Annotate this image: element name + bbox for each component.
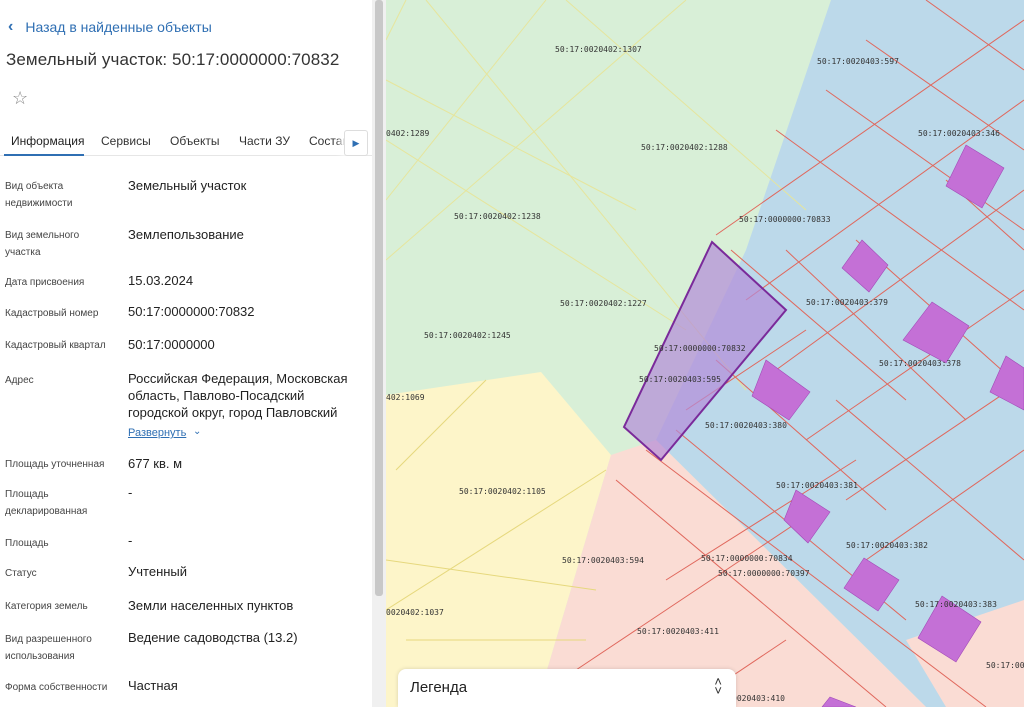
chevron-left-icon: ‹ bbox=[8, 18, 14, 35]
legend-panel[interactable]: Легенда ˄ ˅ bbox=[398, 669, 736, 707]
chevron-up-down-icon[interactable]: ˄ ˅ bbox=[714, 675, 722, 697]
parcel-label: 50:17:0020403:382 bbox=[846, 541, 928, 550]
row-label: Кадастровый квартал bbox=[5, 340, 106, 351]
parcel-label: 50:17:0020402:1227 bbox=[560, 299, 647, 308]
row-label: Статус bbox=[5, 568, 37, 579]
parcel-label: 50:17:0020402:1288 bbox=[641, 143, 728, 152]
row-value: 50:17:0000000:70832 bbox=[128, 304, 255, 319]
parcel-label: 50:17:0020403:346 bbox=[918, 129, 1000, 138]
parcel-label: 50:17:0020403:379 bbox=[806, 298, 888, 307]
parcel-label: 50:17:0020402:1105 bbox=[459, 487, 546, 496]
tabs-scroll-right-icon[interactable]: ▶ bbox=[344, 130, 368, 156]
tab-bar: Информация Сервисы Объекты Части ЗУ Сост… bbox=[0, 130, 372, 156]
row-label: Вид объекта недвижимости bbox=[5, 181, 73, 209]
row-label: Кадастровый номер bbox=[5, 308, 99, 319]
tab-parts[interactable]: Части ЗУ bbox=[239, 134, 290, 148]
parcel-label: 50:17:0020403:381 bbox=[776, 481, 858, 490]
row-value: 15.03.2024 bbox=[128, 273, 194, 288]
star-icon[interactable]: ☆ bbox=[12, 88, 28, 109]
parcel-label: 50:17:0000000:70832 bbox=[654, 344, 746, 353]
row-label: Адрес bbox=[5, 375, 34, 386]
parcel-label: 402:1069 bbox=[386, 393, 425, 402]
row-value: Ведение садоводства (13.2) bbox=[128, 630, 298, 645]
row-value: Учтенный bbox=[128, 564, 188, 579]
row-value: Землепользование bbox=[128, 227, 244, 242]
row-label: Площадь уточненная bbox=[5, 459, 105, 470]
row-value: Земли населенных пунктов bbox=[128, 598, 294, 613]
parcel-label: 50:17:0020403:378 bbox=[879, 359, 961, 368]
row-value: Частная bbox=[128, 678, 178, 693]
expand-link[interactable]: Развернуть bbox=[128, 427, 186, 439]
tab-services[interactable]: Сервисы bbox=[101, 134, 151, 148]
row-value: - bbox=[128, 485, 133, 500]
row-value: Земельный участок bbox=[128, 178, 247, 193]
row-label: Дата присвоения bbox=[5, 277, 85, 288]
parcel-label: 0402:1289 bbox=[386, 129, 430, 138]
tab-objects[interactable]: Объекты bbox=[170, 134, 220, 148]
parcel-label: 50:17:0020403 bbox=[986, 661, 1024, 670]
parcel-label: 50:17:0020402:1238 bbox=[454, 212, 541, 221]
parcel-label: 50:17:0000000:70834 bbox=[701, 554, 793, 563]
parcel-label: 50:17:0000000:70833 bbox=[739, 215, 831, 224]
row-label: Категория земель bbox=[5, 601, 88, 612]
scrollbar-thumb[interactable] bbox=[375, 0, 383, 596]
row-label: Форма собственности bbox=[5, 682, 108, 693]
legend-title: Легенда bbox=[410, 679, 468, 696]
back-link-label: Назад в найденные объекты bbox=[25, 19, 212, 35]
parcel-label: 50:17:0000000:70397 bbox=[718, 569, 810, 578]
parcel-label: 0020403:410 bbox=[732, 694, 785, 703]
tab-composition[interactable]: Состав bbox=[309, 134, 349, 148]
parcel-label: 50:17:0020402:1307 bbox=[555, 45, 642, 54]
chevron-down-icon[interactable]: ⌄ bbox=[193, 426, 201, 437]
row-value: - bbox=[128, 533, 133, 548]
row-value: Российская Федерация, Московская область… bbox=[128, 371, 348, 420]
tab-information[interactable]: Информация bbox=[11, 134, 84, 148]
cadastral-map[interactable]: 50:17:0020402:1307 50:17:0020403:597 040… bbox=[386, 0, 1024, 707]
row-label: Вид земельного участка bbox=[5, 230, 80, 258]
active-tab-indicator bbox=[4, 154, 84, 156]
parcel-label: 50:17:0020403:411 bbox=[637, 627, 719, 636]
parcel-label: 50:17:0020403:595 bbox=[639, 375, 721, 384]
parcel-label: 50:17:0020403:597 bbox=[817, 57, 899, 66]
map-canvas[interactable]: 50:17:0020402:1307 50:17:0020403:597 040… bbox=[386, 0, 1024, 707]
row-label: Площадь bbox=[5, 538, 49, 549]
page-title: Земельный участок: 50:17:0000000:70832 bbox=[6, 50, 340, 69]
parcel-label: 50:17:0020403:594 bbox=[562, 556, 644, 565]
row-label: Площадь декларированная bbox=[5, 489, 88, 517]
row-value: 50:17:0000000 bbox=[128, 337, 215, 352]
back-link[interactable]: ‹ Назад в найденные объекты bbox=[8, 18, 212, 36]
parcel-label: 50:17:0020402:1245 bbox=[424, 331, 511, 340]
row-label: Вид разрешенного использования bbox=[5, 634, 92, 662]
panel-scrollbar[interactable] bbox=[372, 0, 386, 707]
parcel-label: 50:17:0020403:380 bbox=[705, 421, 787, 430]
row-value: 677 кв. м bbox=[128, 456, 183, 471]
parcel-label: 50:17:0020403:383 bbox=[915, 600, 997, 609]
info-panel: ‹ Назад в найденные объекты Земельный уч… bbox=[0, 0, 372, 707]
parcel-label: 0020402:1037 bbox=[386, 608, 444, 617]
